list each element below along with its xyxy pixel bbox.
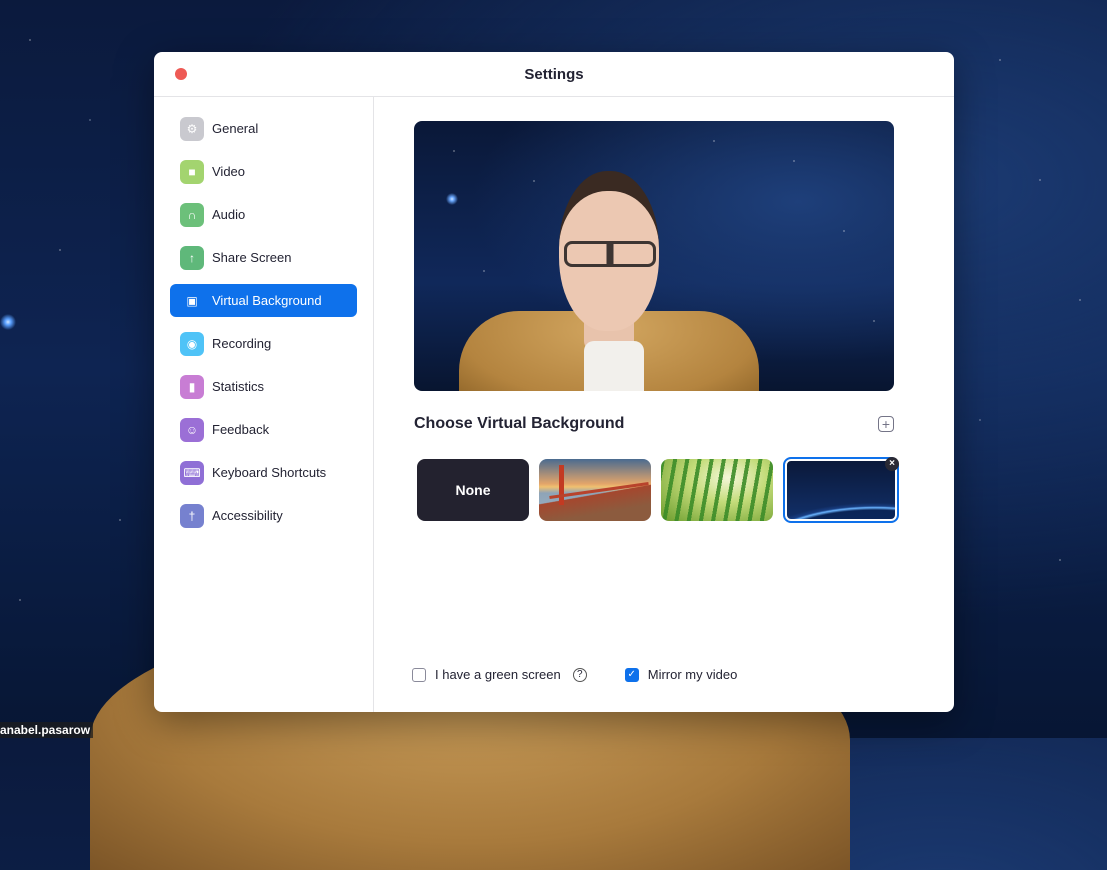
sidebar-item-virtual-background[interactable]: ▣ Virtual Background bbox=[170, 284, 357, 317]
sidebar-item-keyboard-shortcuts[interactable]: ⌨ Keyboard Shortcuts bbox=[170, 456, 357, 489]
title-bar: Settings bbox=[154, 52, 954, 97]
sidebar-item-label: Feedback bbox=[212, 422, 270, 437]
sidebar-item-label: Accessibility bbox=[212, 508, 283, 523]
gear-icon: ⚙ bbox=[180, 116, 204, 141]
sidebar-item-label: Audio bbox=[212, 207, 246, 222]
background-options: I have a green screen ? ✓ Mirror my vide… bbox=[412, 667, 737, 682]
sidebar-item-audio[interactable]: ∩ Audio bbox=[170, 198, 357, 231]
sidebar-item-label: General bbox=[212, 121, 259, 136]
settings-window: Settings ⚙ General ■ Video ∩ Audio ↑ Share Scre… bbox=[154, 52, 954, 712]
green-screen-checkbox[interactable] bbox=[412, 667, 426, 682]
green-screen-label: I have a green screen bbox=[435, 667, 561, 682]
mirror-video-label: Mirror my video bbox=[647, 667, 738, 682]
add-background-button[interactable]: + bbox=[878, 416, 894, 432]
sidebar-item-recording[interactable]: ◉ Recording bbox=[170, 327, 357, 360]
settings-sidebar: ⚙ General ■ Video ∩ Audio ↑ Share Screen ▣ Virtua… bbox=[154, 97, 374, 712]
sidebar-item-label: Keyboard Shortcuts bbox=[212, 465, 327, 480]
person-card-icon: ▣ bbox=[186, 293, 198, 308]
close-window-button[interactable] bbox=[175, 68, 187, 80]
virtual-background-panel: Choose Virtual Background + None × I hav… bbox=[374, 97, 954, 712]
accessibility-icon: † bbox=[180, 503, 204, 528]
background-option-space-selected[interactable]: × bbox=[783, 457, 899, 523]
sidebar-item-label: Recording bbox=[212, 336, 272, 351]
video-preview bbox=[414, 121, 894, 391]
smiley-icon: ☺ bbox=[180, 417, 204, 442]
mirror-video-checkbox[interactable]: ✓ bbox=[624, 667, 639, 682]
none-label: None bbox=[455, 482, 491, 498]
help-icon[interactable]: ? bbox=[572, 667, 587, 682]
background-option-none[interactable]: None bbox=[417, 459, 529, 521]
sidebar-item-label: Statistics bbox=[212, 379, 265, 394]
sidebar-item-feedback[interactable]: ☺ Feedback bbox=[170, 413, 357, 446]
sidebar-item-general[interactable]: ⚙ General bbox=[170, 112, 357, 145]
participant-name-tag: anabel.pasarow bbox=[0, 722, 94, 738]
bar-chart-icon: ▮ bbox=[180, 374, 204, 399]
sidebar-item-share-screen[interactable]: ↑ Share Screen bbox=[170, 241, 357, 274]
background-option-grass[interactable] bbox=[661, 459, 773, 521]
sidebar-item-label: Share Screen bbox=[212, 250, 292, 265]
headphones-icon: ∩ bbox=[180, 202, 204, 227]
keyboard-icon: ⌨ bbox=[180, 460, 204, 485]
sidebar-item-video[interactable]: ■ Video bbox=[170, 155, 357, 188]
sidebar-item-label: Virtual Background bbox=[212, 293, 322, 308]
preview-person bbox=[459, 161, 759, 391]
share-screen-icon: ↑ bbox=[180, 245, 204, 270]
sidebar-item-statistics[interactable]: ▮ Statistics bbox=[170, 370, 357, 403]
background-option-golden-gate[interactable] bbox=[539, 459, 651, 521]
window-title: Settings bbox=[524, 65, 584, 83]
checkmark-icon: ✓ bbox=[627, 669, 636, 680]
choose-background-heading: Choose Virtual Background bbox=[414, 415, 625, 432]
background-thumbnails: None × bbox=[417, 457, 899, 523]
sidebar-item-label: Video bbox=[212, 164, 246, 179]
sidebar-item-accessibility[interactable]: † Accessibility bbox=[170, 499, 357, 532]
record-icon: ◉ bbox=[180, 331, 204, 356]
video-camera-icon: ■ bbox=[180, 159, 204, 184]
delete-background-icon[interactable]: × bbox=[885, 457, 899, 471]
